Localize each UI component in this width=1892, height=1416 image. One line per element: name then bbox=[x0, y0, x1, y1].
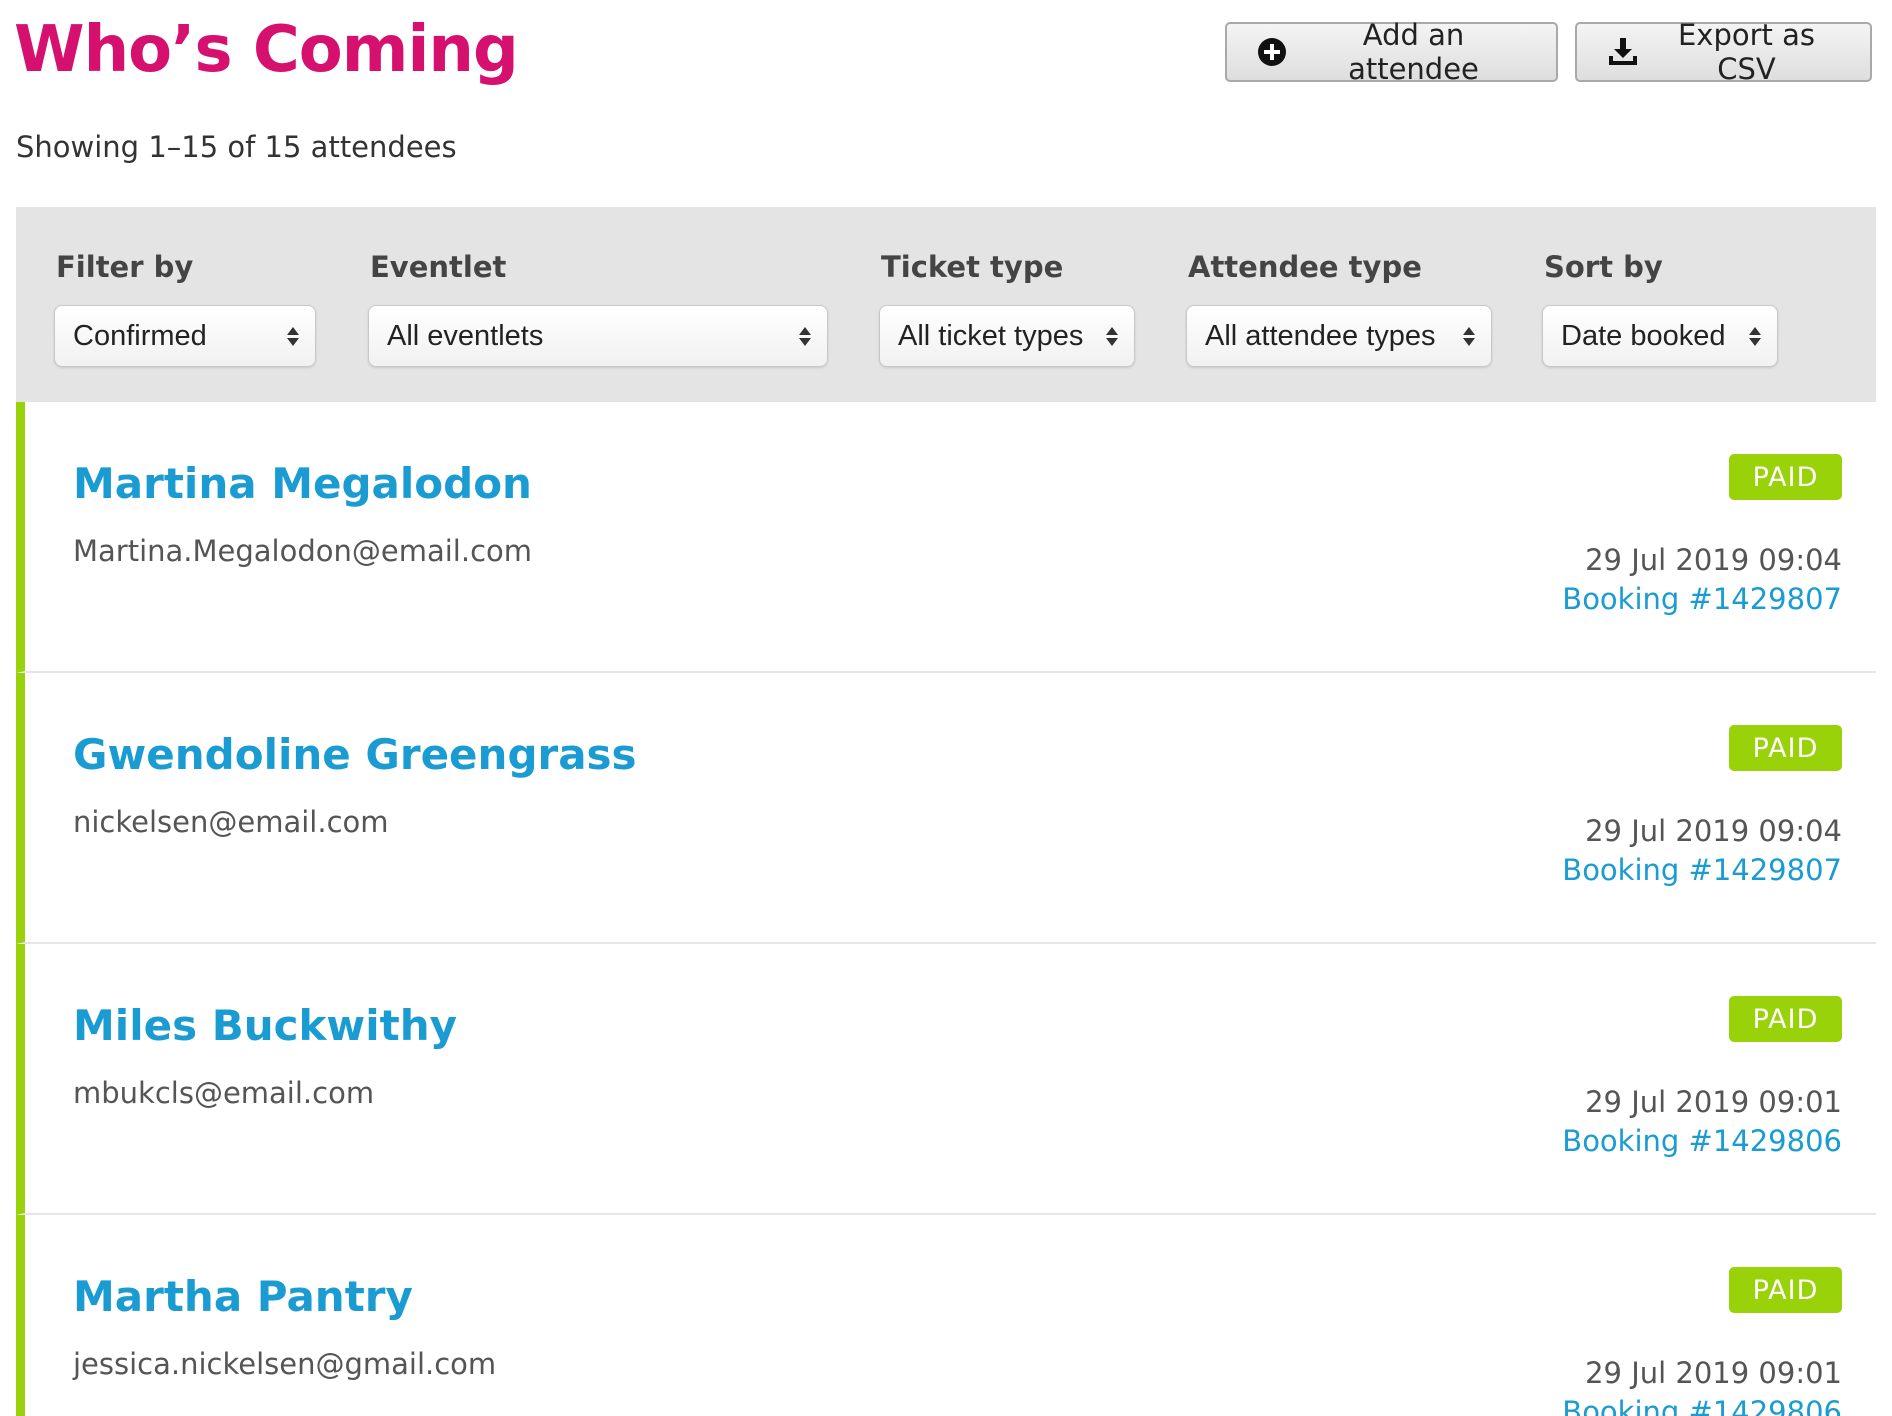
booking-link[interactable]: Booking #1429807 bbox=[1562, 582, 1842, 616]
booking-link[interactable]: Booking #1429806 bbox=[1562, 1124, 1842, 1158]
ticket-type-value: All ticket types bbox=[898, 319, 1084, 352]
eventlet-label: Eventlet bbox=[370, 250, 507, 284]
eventlet-group: Eventlet All eventlets bbox=[368, 249, 828, 367]
attendee-name-link[interactable]: Gwendoline Greengrass bbox=[73, 729, 637, 781]
sort-by-group: Sort by Date booked bbox=[1542, 249, 1778, 367]
select-arrows-icon bbox=[799, 326, 811, 346]
select-arrows-icon bbox=[1749, 326, 1761, 346]
attendee-type-label: Attendee type bbox=[1188, 250, 1422, 284]
booking-date: 29 Jul 2019 09:04 bbox=[1585, 543, 1842, 577]
sort-by-select[interactable]: Date booked bbox=[1542, 305, 1778, 367]
paid-status-badge: PAID bbox=[1729, 1267, 1842, 1313]
filter-by-select[interactable]: Confirmed bbox=[54, 305, 316, 367]
sort-by-value: Date booked bbox=[1561, 319, 1726, 352]
attendee-email: Martina.Megalodon@email.com bbox=[73, 534, 533, 568]
booking-date: 29 Jul 2019 09:04 bbox=[1585, 814, 1842, 848]
booking-link[interactable]: Booking #1429806 bbox=[1562, 1395, 1842, 1416]
attendee-row: Martha Pantry jessica.nickelsen@gmail.co… bbox=[16, 1215, 1876, 1416]
attendee-email: nickelsen@email.com bbox=[73, 805, 389, 839]
export-csv-label: Export as CSV bbox=[1677, 18, 1816, 86]
attendee-type-select[interactable]: All attendee types bbox=[1186, 305, 1492, 367]
attendee-name-link[interactable]: Miles Buckwithy bbox=[73, 1000, 457, 1052]
sort-by-label: Sort by bbox=[1544, 250, 1663, 284]
attendee-type-group: Attendee type All attendee types bbox=[1186, 249, 1492, 367]
booking-link[interactable]: Booking #1429807 bbox=[1562, 853, 1842, 887]
booking-date: 29 Jul 2019 09:01 bbox=[1585, 1356, 1842, 1390]
select-arrows-icon bbox=[1106, 326, 1118, 346]
paid-status-badge: PAID bbox=[1729, 996, 1842, 1042]
header-actions: Add an attendee Export as CSV bbox=[1225, 18, 1872, 86]
attendee-name-link[interactable]: Martina Megalodon bbox=[73, 458, 532, 510]
attendee-row: Martina Megalodon Martina.Megalodon@emai… bbox=[16, 402, 1876, 673]
attendee-list: Martina Megalodon Martina.Megalodon@emai… bbox=[16, 402, 1876, 1416]
results-count: Showing 1–15 of 15 attendees bbox=[16, 130, 457, 164]
download-icon bbox=[1607, 37, 1639, 67]
ticket-type-label: Ticket type bbox=[881, 250, 1064, 284]
ticket-type-group: Ticket type All ticket types bbox=[879, 249, 1135, 367]
attendee-email: mbukcls@email.com bbox=[73, 1076, 375, 1110]
filter-by-label: Filter by bbox=[56, 250, 194, 284]
attendee-type-value: All attendee types bbox=[1205, 319, 1436, 352]
filter-by-value: Confirmed bbox=[73, 319, 207, 352]
attendees-page: Who’s Coming Add an attendee Export as C… bbox=[0, 0, 1892, 1416]
attendee-row: Gwendoline Greengrass nickelsen@email.co… bbox=[16, 673, 1876, 944]
add-attendee-label: Add an attendee bbox=[1348, 18, 1479, 86]
attendee-name-link[interactable]: Martha Pantry bbox=[73, 1271, 413, 1323]
add-attendee-button[interactable]: Add an attendee bbox=[1225, 18, 1558, 86]
select-arrows-icon bbox=[1463, 326, 1475, 346]
filter-bar: Filter by Confirmed Eventlet All eventle… bbox=[16, 207, 1876, 402]
select-arrows-icon bbox=[287, 326, 299, 346]
paid-status-badge: PAID bbox=[1729, 725, 1842, 771]
eventlet-select[interactable]: All eventlets bbox=[368, 305, 828, 367]
attendee-row: Miles Buckwithy mbukcls@email.com PAID 2… bbox=[16, 944, 1876, 1215]
filter-by-group: Filter by Confirmed bbox=[54, 249, 316, 367]
plus-circle-icon bbox=[1257, 37, 1287, 67]
page-title: Who’s Coming bbox=[14, 13, 519, 87]
ticket-type-select[interactable]: All ticket types bbox=[879, 305, 1135, 367]
attendee-email: jessica.nickelsen@gmail.com bbox=[73, 1347, 497, 1381]
export-csv-button[interactable]: Export as CSV bbox=[1575, 18, 1872, 86]
paid-status-badge: PAID bbox=[1729, 454, 1842, 500]
booking-date: 29 Jul 2019 09:01 bbox=[1585, 1085, 1842, 1119]
eventlet-value: All eventlets bbox=[387, 319, 544, 352]
